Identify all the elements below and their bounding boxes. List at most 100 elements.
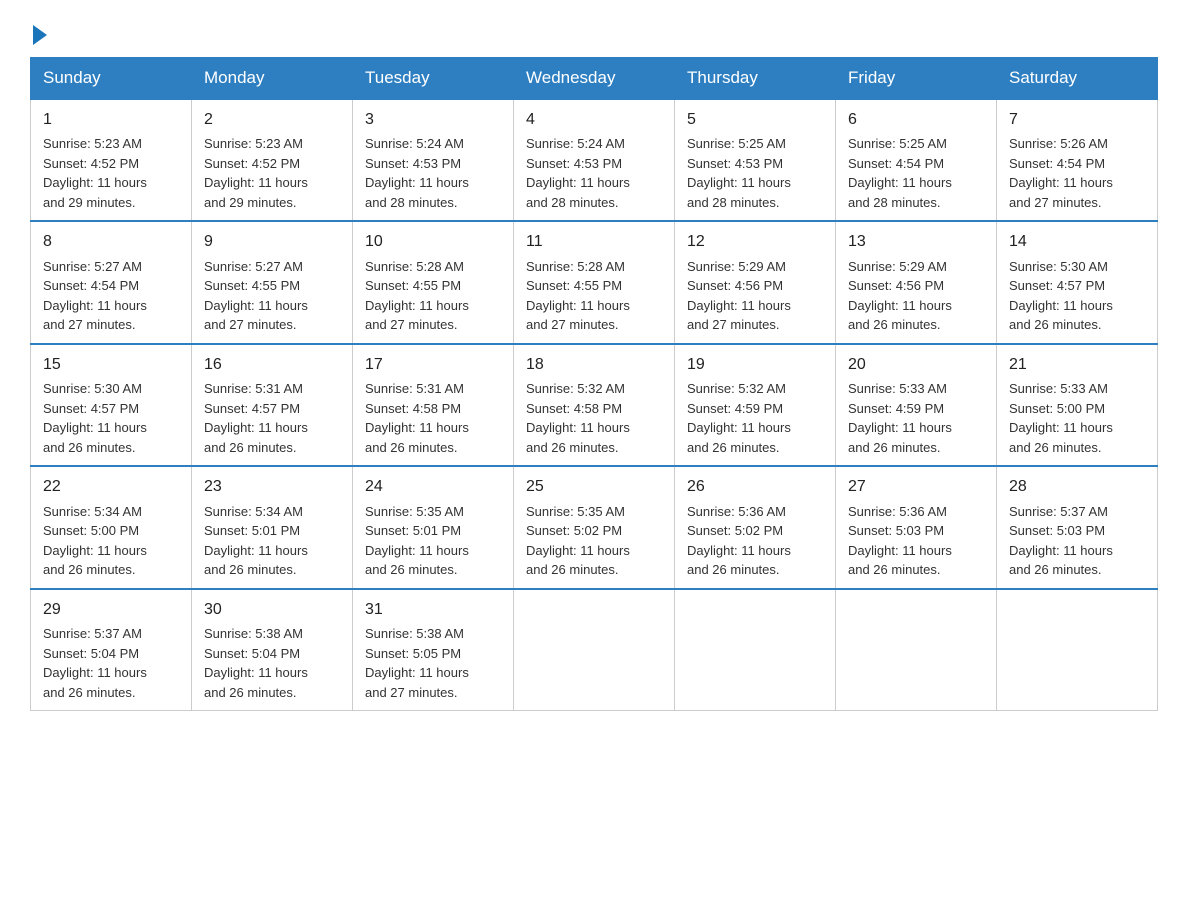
day-number: 8: [43, 230, 179, 253]
day-number: 16: [204, 353, 340, 376]
day-number: 9: [204, 230, 340, 253]
day-number: 2: [204, 108, 340, 131]
calendar-cell: 7 Sunrise: 5:26 AMSunset: 4:54 PMDayligh…: [997, 99, 1158, 221]
day-number: 26: [687, 475, 823, 498]
calendar-cell: [997, 589, 1158, 711]
col-header-saturday: Saturday: [997, 58, 1158, 100]
day-info: Sunrise: 5:24 AMSunset: 4:53 PMDaylight:…: [365, 136, 469, 210]
day-info: Sunrise: 5:36 AMSunset: 5:02 PMDaylight:…: [687, 504, 791, 578]
calendar-week-5: 29 Sunrise: 5:37 AMSunset: 5:04 PMDaylig…: [31, 589, 1158, 711]
calendar-cell: 23 Sunrise: 5:34 AMSunset: 5:01 PMDaylig…: [192, 466, 353, 588]
day-info: Sunrise: 5:26 AMSunset: 4:54 PMDaylight:…: [1009, 136, 1113, 210]
day-number: 21: [1009, 353, 1145, 376]
day-number: 22: [43, 475, 179, 498]
day-number: 29: [43, 598, 179, 621]
calendar-week-2: 8 Sunrise: 5:27 AMSunset: 4:54 PMDayligh…: [31, 221, 1158, 343]
day-info: Sunrise: 5:30 AMSunset: 4:57 PMDaylight:…: [43, 381, 147, 455]
day-info: Sunrise: 5:32 AMSunset: 4:58 PMDaylight:…: [526, 381, 630, 455]
day-number: 15: [43, 353, 179, 376]
calendar-cell: 3 Sunrise: 5:24 AMSunset: 4:53 PMDayligh…: [353, 99, 514, 221]
calendar-cell: 28 Sunrise: 5:37 AMSunset: 5:03 PMDaylig…: [997, 466, 1158, 588]
day-info: Sunrise: 5:30 AMSunset: 4:57 PMDaylight:…: [1009, 259, 1113, 333]
calendar-cell: 16 Sunrise: 5:31 AMSunset: 4:57 PMDaylig…: [192, 344, 353, 466]
calendar-cell: 22 Sunrise: 5:34 AMSunset: 5:00 PMDaylig…: [31, 466, 192, 588]
col-header-thursday: Thursday: [675, 58, 836, 100]
day-info: Sunrise: 5:31 AMSunset: 4:58 PMDaylight:…: [365, 381, 469, 455]
day-number: 20: [848, 353, 984, 376]
day-info: Sunrise: 5:25 AMSunset: 4:54 PMDaylight:…: [848, 136, 952, 210]
day-info: Sunrise: 5:33 AMSunset: 4:59 PMDaylight:…: [848, 381, 952, 455]
calendar-cell: 29 Sunrise: 5:37 AMSunset: 5:04 PMDaylig…: [31, 589, 192, 711]
day-info: Sunrise: 5:25 AMSunset: 4:53 PMDaylight:…: [687, 136, 791, 210]
calendar-week-3: 15 Sunrise: 5:30 AMSunset: 4:57 PMDaylig…: [31, 344, 1158, 466]
calendar-cell: 5 Sunrise: 5:25 AMSunset: 4:53 PMDayligh…: [675, 99, 836, 221]
day-number: 3: [365, 108, 501, 131]
day-info: Sunrise: 5:34 AMSunset: 5:00 PMDaylight:…: [43, 504, 147, 578]
header: [30, 20, 1158, 47]
col-header-monday: Monday: [192, 58, 353, 100]
day-number: 18: [526, 353, 662, 376]
day-number: 5: [687, 108, 823, 131]
day-info: Sunrise: 5:38 AMSunset: 5:04 PMDaylight:…: [204, 626, 308, 700]
day-number: 7: [1009, 108, 1145, 131]
day-number: 23: [204, 475, 340, 498]
day-number: 28: [1009, 475, 1145, 498]
day-number: 10: [365, 230, 501, 253]
day-number: 12: [687, 230, 823, 253]
day-number: 1: [43, 108, 179, 131]
day-info: Sunrise: 5:37 AMSunset: 5:03 PMDaylight:…: [1009, 504, 1113, 578]
day-info: Sunrise: 5:27 AMSunset: 4:54 PMDaylight:…: [43, 259, 147, 333]
col-header-sunday: Sunday: [31, 58, 192, 100]
day-info: Sunrise: 5:29 AMSunset: 4:56 PMDaylight:…: [687, 259, 791, 333]
calendar-cell: 21 Sunrise: 5:33 AMSunset: 5:00 PMDaylig…: [997, 344, 1158, 466]
day-number: 14: [1009, 230, 1145, 253]
day-number: 19: [687, 353, 823, 376]
calendar-cell: 1 Sunrise: 5:23 AMSunset: 4:52 PMDayligh…: [31, 99, 192, 221]
calendar-cell: 14 Sunrise: 5:30 AMSunset: 4:57 PMDaylig…: [997, 221, 1158, 343]
calendar-table: SundayMondayTuesdayWednesdayThursdayFrid…: [30, 57, 1158, 711]
day-info: Sunrise: 5:27 AMSunset: 4:55 PMDaylight:…: [204, 259, 308, 333]
calendar-cell: 19 Sunrise: 5:32 AMSunset: 4:59 PMDaylig…: [675, 344, 836, 466]
col-header-friday: Friday: [836, 58, 997, 100]
day-info: Sunrise: 5:28 AMSunset: 4:55 PMDaylight:…: [365, 259, 469, 333]
calendar-cell: 31 Sunrise: 5:38 AMSunset: 5:05 PMDaylig…: [353, 589, 514, 711]
calendar-cell: 11 Sunrise: 5:28 AMSunset: 4:55 PMDaylig…: [514, 221, 675, 343]
calendar-cell: 10 Sunrise: 5:28 AMSunset: 4:55 PMDaylig…: [353, 221, 514, 343]
col-header-tuesday: Tuesday: [353, 58, 514, 100]
day-info: Sunrise: 5:23 AMSunset: 4:52 PMDaylight:…: [43, 136, 147, 210]
day-number: 11: [526, 230, 662, 253]
logo-triangle-icon: [33, 25, 47, 45]
day-number: 30: [204, 598, 340, 621]
day-number: 27: [848, 475, 984, 498]
day-number: 31: [365, 598, 501, 621]
calendar-cell: 24 Sunrise: 5:35 AMSunset: 5:01 PMDaylig…: [353, 466, 514, 588]
day-number: 4: [526, 108, 662, 131]
calendar-header-row: SundayMondayTuesdayWednesdayThursdayFrid…: [31, 58, 1158, 100]
calendar-cell: 4 Sunrise: 5:24 AMSunset: 4:53 PMDayligh…: [514, 99, 675, 221]
calendar-cell: 6 Sunrise: 5:25 AMSunset: 4:54 PMDayligh…: [836, 99, 997, 221]
calendar-cell: [675, 589, 836, 711]
day-info: Sunrise: 5:28 AMSunset: 4:55 PMDaylight:…: [526, 259, 630, 333]
day-info: Sunrise: 5:31 AMSunset: 4:57 PMDaylight:…: [204, 381, 308, 455]
day-number: 13: [848, 230, 984, 253]
calendar-cell: 25 Sunrise: 5:35 AMSunset: 5:02 PMDaylig…: [514, 466, 675, 588]
calendar-cell: 30 Sunrise: 5:38 AMSunset: 5:04 PMDaylig…: [192, 589, 353, 711]
day-info: Sunrise: 5:37 AMSunset: 5:04 PMDaylight:…: [43, 626, 147, 700]
col-header-wednesday: Wednesday: [514, 58, 675, 100]
calendar-cell: 15 Sunrise: 5:30 AMSunset: 4:57 PMDaylig…: [31, 344, 192, 466]
calendar-week-1: 1 Sunrise: 5:23 AMSunset: 4:52 PMDayligh…: [31, 99, 1158, 221]
day-info: Sunrise: 5:32 AMSunset: 4:59 PMDaylight:…: [687, 381, 791, 455]
calendar-cell: 17 Sunrise: 5:31 AMSunset: 4:58 PMDaylig…: [353, 344, 514, 466]
calendar-cell: 20 Sunrise: 5:33 AMSunset: 4:59 PMDaylig…: [836, 344, 997, 466]
calendar-cell: 12 Sunrise: 5:29 AMSunset: 4:56 PMDaylig…: [675, 221, 836, 343]
calendar-cell: 18 Sunrise: 5:32 AMSunset: 4:58 PMDaylig…: [514, 344, 675, 466]
day-info: Sunrise: 5:38 AMSunset: 5:05 PMDaylight:…: [365, 626, 469, 700]
calendar-cell: 13 Sunrise: 5:29 AMSunset: 4:56 PMDaylig…: [836, 221, 997, 343]
day-info: Sunrise: 5:24 AMSunset: 4:53 PMDaylight:…: [526, 136, 630, 210]
calendar-cell: 8 Sunrise: 5:27 AMSunset: 4:54 PMDayligh…: [31, 221, 192, 343]
day-info: Sunrise: 5:35 AMSunset: 5:02 PMDaylight:…: [526, 504, 630, 578]
calendar-cell: [514, 589, 675, 711]
logo: [30, 20, 47, 47]
calendar-cell: 27 Sunrise: 5:36 AMSunset: 5:03 PMDaylig…: [836, 466, 997, 588]
day-info: Sunrise: 5:36 AMSunset: 5:03 PMDaylight:…: [848, 504, 952, 578]
